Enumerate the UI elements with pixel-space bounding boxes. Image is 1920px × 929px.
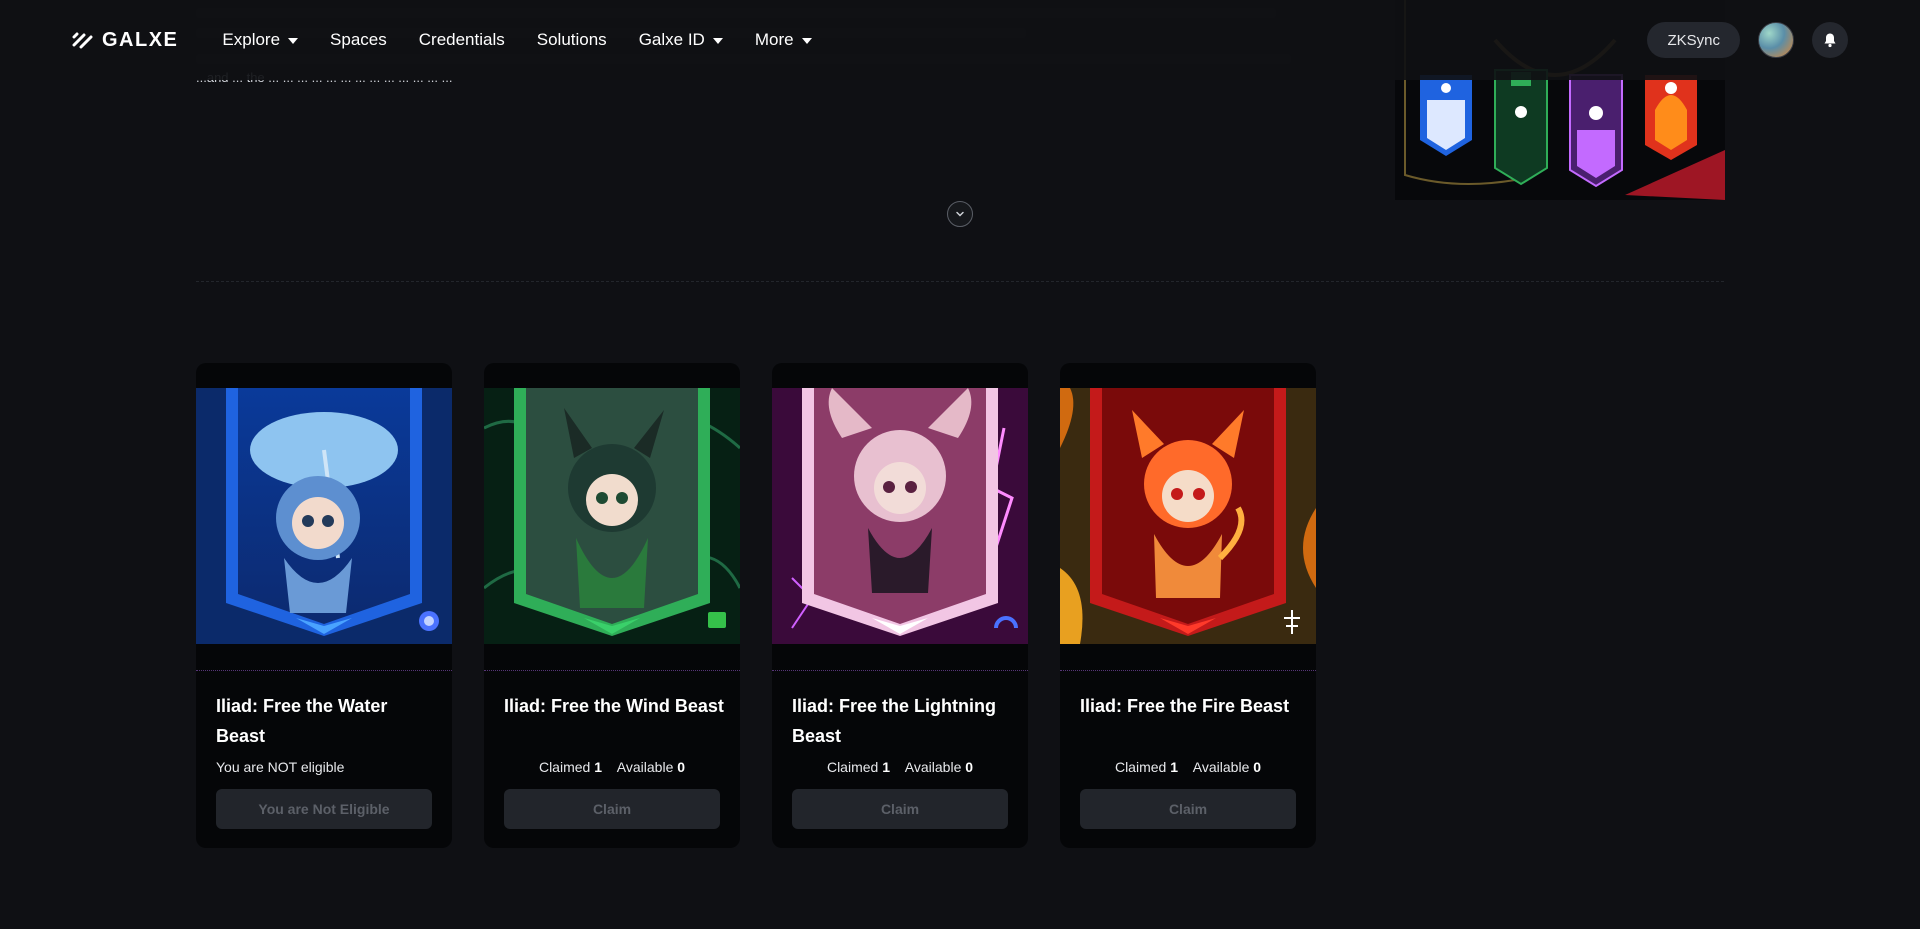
available-count: 0 xyxy=(677,759,686,775)
card-divider xyxy=(196,670,452,671)
claim-button[interactable]: Claim xyxy=(792,789,1008,829)
nft-art-wind-beast xyxy=(484,388,740,644)
available-label: Available xyxy=(1192,759,1250,775)
available-count: 0 xyxy=(1253,759,1262,775)
claim-stats: Claimed 1 Available 0 xyxy=(484,759,740,775)
claimed-count: 1 xyxy=(1170,759,1178,775)
not-eligible-button[interactable]: You are Not Eligible xyxy=(216,789,432,829)
nav-explore-label: Explore xyxy=(222,30,281,49)
header-actions: ZKSync xyxy=(1647,22,1848,58)
logo-text: GALXE xyxy=(102,28,179,51)
nav-solutions[interactable]: Solutions xyxy=(537,30,607,50)
chevron-down-icon xyxy=(712,38,723,44)
bell-icon xyxy=(1824,33,1836,48)
nav-spaces[interactable]: Spaces xyxy=(330,30,387,50)
chevron-down-icon xyxy=(288,38,299,44)
network-selector-button[interactable]: ZKSync xyxy=(1647,22,1740,58)
claimed-label: Claimed xyxy=(538,759,591,775)
card-divider xyxy=(772,670,1028,671)
nft-art-fire-beast xyxy=(1060,388,1316,644)
notifications-button[interactable] xyxy=(1812,22,1848,58)
claim-stats: Claimed 1 Available 0 xyxy=(772,759,1028,775)
claim-stats: Claimed 1 Available 0 xyxy=(1060,759,1316,775)
nft-card-water-beast[interactable]: Iliad: Free the Water Beast You are NOT … xyxy=(196,363,452,848)
claimed-count: 1 xyxy=(882,759,890,775)
card-title: Iliad: Free the Water Beast xyxy=(216,696,388,746)
nft-art-lightning-beast xyxy=(772,388,1028,644)
chevron-down-icon xyxy=(956,211,964,217)
galxe-logo[interactable]: GALXE xyxy=(72,29,178,52)
claimed-label: Claimed xyxy=(1114,759,1167,775)
claim-button[interactable]: Claim xyxy=(1080,789,1296,829)
claim-button[interactable]: Claim xyxy=(504,789,720,829)
nav-more-label: More xyxy=(754,30,794,49)
card-divider xyxy=(1060,670,1316,671)
chevron-down-icon xyxy=(801,38,812,44)
galxe-logo-icon xyxy=(72,32,93,49)
nav-spaces-label: Spaces xyxy=(330,30,387,49)
nav-explore[interactable]: Explore xyxy=(222,30,299,50)
card-title: Iliad: Free the Wind Beast xyxy=(504,696,724,716)
card-title: Iliad: Free the Lightning Beast xyxy=(792,696,996,746)
nav-galxe-id[interactable]: Galxe ID xyxy=(639,30,723,50)
main-nav: Explore Spaces Credentials Solutions Gal… xyxy=(222,30,812,50)
top-navigation-bar: GALXE Explore Spaces Credentials Solutio… xyxy=(0,0,1920,80)
claimed-count: 1 xyxy=(594,759,602,775)
nav-credentials[interactable]: Credentials xyxy=(419,30,505,50)
nav-galxe-id-label: Galxe ID xyxy=(638,30,705,49)
available-label: Available xyxy=(904,759,962,775)
avatar[interactable] xyxy=(1758,22,1794,58)
nft-card-wind-beast[interactable]: Iliad: Free the Wind Beast Claimed 1 Ava… xyxy=(484,363,740,848)
eligibility-status: You are NOT eligible xyxy=(216,759,345,775)
available-label: Available xyxy=(616,759,674,775)
nav-more[interactable]: More xyxy=(755,30,812,50)
nft-reward-cards: Iliad: Free the Water Beast You are NOT … xyxy=(196,363,1316,848)
claimed-label: Claimed xyxy=(826,759,879,775)
card-title: Iliad: Free the Fire Beast xyxy=(1080,696,1290,716)
section-divider xyxy=(196,281,1724,282)
nft-art-water-beast xyxy=(196,388,452,644)
expand-description-button[interactable] xyxy=(947,201,973,227)
nft-card-lightning-beast[interactable]: Iliad: Free the Lightning Beast Claimed … xyxy=(772,363,1028,848)
card-divider xyxy=(484,670,740,671)
nft-card-fire-beast[interactable]: Iliad: Free the Fire Beast Claimed 1 Ava… xyxy=(1060,363,1316,848)
available-count: 0 xyxy=(965,759,974,775)
nav-solutions-label: Solutions xyxy=(536,30,607,49)
nav-credentials-label: Credentials xyxy=(418,30,505,49)
